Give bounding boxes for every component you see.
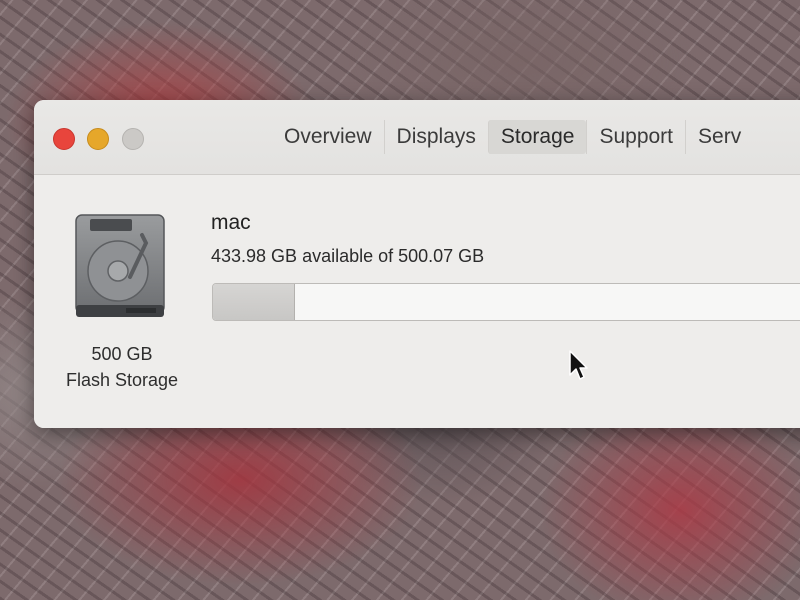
storage-usage-bar[interactable]: [212, 283, 800, 321]
disk-caption: 500 GB Flash Storage: [52, 341, 192, 393]
tab-bar: Overview Displays Storage Support Serv: [272, 120, 753, 154]
tab-support[interactable]: Support: [586, 120, 685, 154]
disk-type-label: Flash Storage: [65, 370, 179, 390]
pointer-cursor-icon: [568, 349, 588, 381]
disk-name: mac: [211, 211, 251, 234]
storage-panel: 500 GB Flash Storage mac 433.98 GB avail…: [34, 175, 800, 428]
tab-service[interactable]: Serv: [685, 120, 753, 154]
tab-overview[interactable]: Overview: [272, 120, 384, 154]
about-this-mac-window: Overview Displays Storage Support Serv 5…: [34, 100, 800, 428]
zoom-button[interactable]: [122, 128, 144, 150]
close-button[interactable]: [53, 128, 75, 150]
tab-storage[interactable]: Storage: [487, 120, 587, 154]
minimize-button[interactable]: [87, 128, 109, 150]
disk-capacity-label: 500 GB: [91, 344, 153, 364]
window-titlebar: Overview Displays Storage Support Serv: [34, 100, 800, 175]
disk-available-text: 433.98 GB available of 500.07 GB: [211, 246, 485, 266]
storage-used-segment: [213, 284, 295, 320]
tab-displays[interactable]: Displays: [383, 120, 488, 154]
hard-drive-icon: [72, 213, 168, 321]
